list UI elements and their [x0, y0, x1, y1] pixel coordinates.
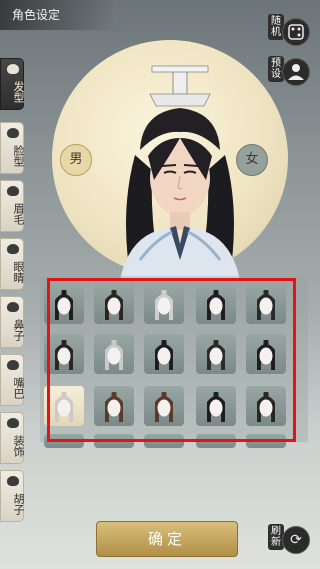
gender-female-button[interactable]: 女 [236, 144, 268, 176]
sidebar-item-label: 眼睛 [12, 261, 25, 283]
refresh-icon[interactable]: ⟳ [282, 526, 310, 554]
sidebar-item-label: 装饰 [12, 435, 25, 457]
sidebar-item-eyes[interactable]: 眼睛 [0, 238, 25, 290]
selection-highlight [47, 278, 296, 442]
eyebrow-icon [7, 186, 19, 196]
preset-icon[interactable] [282, 58, 310, 86]
dice-icon[interactable] [282, 18, 310, 46]
page-title: 角色设定 [0, 0, 116, 30]
hair-icon [7, 64, 19, 74]
sidebar-item-accessories[interactable]: 装饰 [0, 412, 25, 464]
sidebar-item-label: 鼻子 [12, 319, 25, 341]
gender-male-button[interactable]: 男 [60, 144, 92, 176]
sidebar-item-mouth[interactable]: 嘴巴 [0, 354, 25, 406]
sidebar-item-label: 胡子 [12, 493, 25, 515]
mouth-icon [7, 360, 19, 370]
sidebar-item-face[interactable]: 脸型 [0, 122, 25, 174]
sidebar-item-hairstyle[interactable]: 发型 [0, 58, 25, 110]
eye-icon [7, 244, 19, 254]
accessory-icon [7, 418, 19, 428]
sidebar-item-eyebrows[interactable]: 眉毛 [0, 180, 25, 232]
sidebar-item-label: 眉毛 [12, 203, 25, 225]
sidebar-item-label: 发型 [12, 81, 25, 103]
sidebar-item-nose[interactable]: 鼻子 [0, 296, 25, 348]
sidebar-item-label: 嘴巴 [12, 377, 25, 399]
nose-icon [7, 302, 19, 312]
sidebar-item-beard[interactable]: 胡子 [0, 470, 25, 522]
beard-icon [7, 476, 19, 486]
sidebar-item-label: 脸型 [12, 145, 25, 167]
confirm-button[interactable]: 确定 [96, 521, 238, 557]
face-icon [7, 128, 19, 138]
